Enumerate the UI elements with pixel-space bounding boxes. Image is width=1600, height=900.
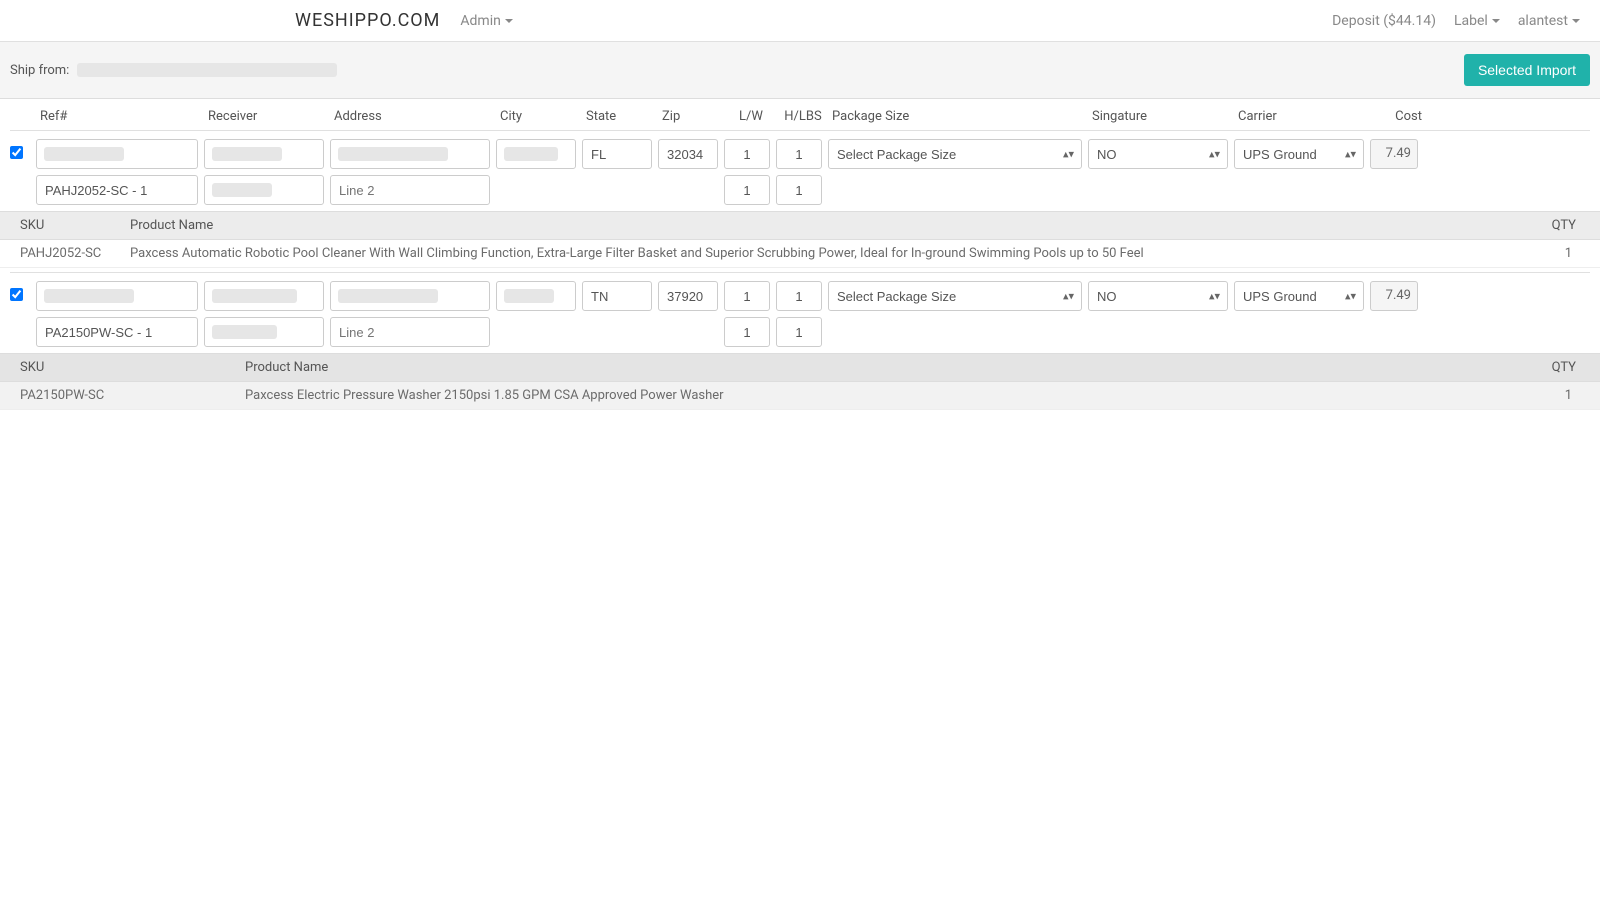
item-row: PAHJ2052-SC Paxcess Automatic Robotic Po… <box>0 240 1600 268</box>
caret-down-icon <box>505 19 513 23</box>
state-input[interactable] <box>582 139 652 169</box>
items-header: SKU Product Name QTY <box>0 353 1600 382</box>
item-qty: 1 <box>1530 246 1590 261</box>
cost-value: 7.49 <box>1370 139 1418 169</box>
order-checkbox[interactable] <box>10 146 23 159</box>
order-row: Select Package Size ▴▾ NO ▴▾ UPS Ground … <box>10 139 1590 169</box>
zip-input[interactable] <box>658 139 718 169</box>
header-state: State <box>586 109 656 124</box>
brand-logo: WESHIPPO.COM <box>295 10 440 31</box>
navbar: WESHIPPO.COM Admin Deposit ($44.14) Labe… <box>0 0 1600 42</box>
navbar-left: WESHIPPO.COM Admin <box>295 10 513 31</box>
item-sku: PAHJ2052-SC <box>10 246 130 261</box>
cost-value: 7.49 <box>1370 281 1418 311</box>
header-package: Package Size <box>832 109 1086 124</box>
header-cost: Cost <box>1374 109 1422 124</box>
label-text: Label <box>1454 13 1488 29</box>
ship-from-label: Ship from: <box>10 63 69 78</box>
selected-import-button[interactable]: Selected Import <box>1464 54 1590 86</box>
package-size-select[interactable]: Select Package Size <box>828 281 1082 311</box>
lbs-input[interactable] <box>776 317 822 347</box>
ship-from-address-redacted <box>77 63 337 77</box>
order-checkbox[interactable] <box>10 288 23 301</box>
length-input[interactable] <box>724 281 770 311</box>
length-input[interactable] <box>724 139 770 169</box>
lbs-input[interactable] <box>776 175 822 205</box>
admin-label: Admin <box>460 13 500 29</box>
ref2-input[interactable] <box>36 175 198 205</box>
item-sku: PA2150PW-SC <box>10 388 245 403</box>
package-size-select[interactable]: Select Package Size <box>828 139 1082 169</box>
items-header: SKU Product Name QTY <box>0 211 1600 240</box>
zip-input[interactable] <box>658 281 718 311</box>
carrier-select[interactable]: UPS Ground <box>1234 281 1364 311</box>
orders-content: Ref# Receiver Address City State Zip L/W… <box>0 99 1600 410</box>
order-row: Select Package Size ▴▾ NO ▴▾ UPS Ground … <box>10 281 1590 311</box>
item-name: Paxcess Electric Pressure Washer 2150psi… <box>245 388 1530 403</box>
item-row: PA2150PW-SC Paxcess Electric Pressure Wa… <box>0 382 1600 410</box>
items-header-name: Product Name <box>130 218 1530 233</box>
navbar-right: Deposit ($44.14) Label alantest <box>1332 13 1580 29</box>
header-receiver: Receiver <box>208 109 328 124</box>
table-header: Ref# Receiver Address City State Zip L/W… <box>10 99 1590 130</box>
carrier-select[interactable]: UPS Ground <box>1234 139 1364 169</box>
header-ref: Ref# <box>40 109 202 124</box>
header-address: Address <box>334 109 494 124</box>
user-text: alantest <box>1518 13 1568 29</box>
items-header-name: Product Name <box>245 360 1530 375</box>
signature-select[interactable]: NO <box>1088 281 1228 311</box>
header-lw: L/W <box>728 109 774 124</box>
width-input[interactable] <box>724 317 770 347</box>
order-block: Select Package Size ▴▾ NO ▴▾ UPS Ground … <box>10 130 1590 268</box>
order-block: Select Package Size ▴▾ NO ▴▾ UPS Ground … <box>10 272 1590 410</box>
items-header-sku: SKU <box>10 360 245 375</box>
order-row-2 <box>10 317 1590 347</box>
items-header-sku: SKU <box>10 218 130 233</box>
item-qty: 1 <box>1530 388 1590 403</box>
order-row-2 <box>10 175 1590 205</box>
header-zip: Zip <box>662 109 722 124</box>
header-hlbs: H/LBS <box>780 109 826 124</box>
header-carrier: Carrier <box>1238 109 1368 124</box>
state-input[interactable] <box>582 281 652 311</box>
deposit-link[interactable]: Deposit ($44.14) <box>1332 13 1436 29</box>
header-signature: Singature <box>1092 109 1232 124</box>
caret-down-icon <box>1572 19 1580 23</box>
height-input[interactable] <box>776 139 822 169</box>
caret-down-icon <box>1492 19 1500 23</box>
user-menu[interactable]: alantest <box>1518 13 1580 29</box>
height-input[interactable] <box>776 281 822 311</box>
admin-menu[interactable]: Admin <box>460 13 512 29</box>
item-name: Paxcess Automatic Robotic Pool Cleaner W… <box>130 246 1530 261</box>
signature-select[interactable]: NO <box>1088 139 1228 169</box>
items-header-qty: QTY <box>1530 218 1590 233</box>
items-header-qty: QTY <box>1530 360 1590 375</box>
address2-input[interactable] <box>330 175 490 205</box>
width-input[interactable] <box>724 175 770 205</box>
header-city: City <box>500 109 580 124</box>
ref2-input[interactable] <box>36 317 198 347</box>
address2-input[interactable] <box>330 317 490 347</box>
label-menu[interactable]: Label <box>1454 13 1500 29</box>
ship-from-bar: Ship from: Selected Import <box>0 42 1600 99</box>
